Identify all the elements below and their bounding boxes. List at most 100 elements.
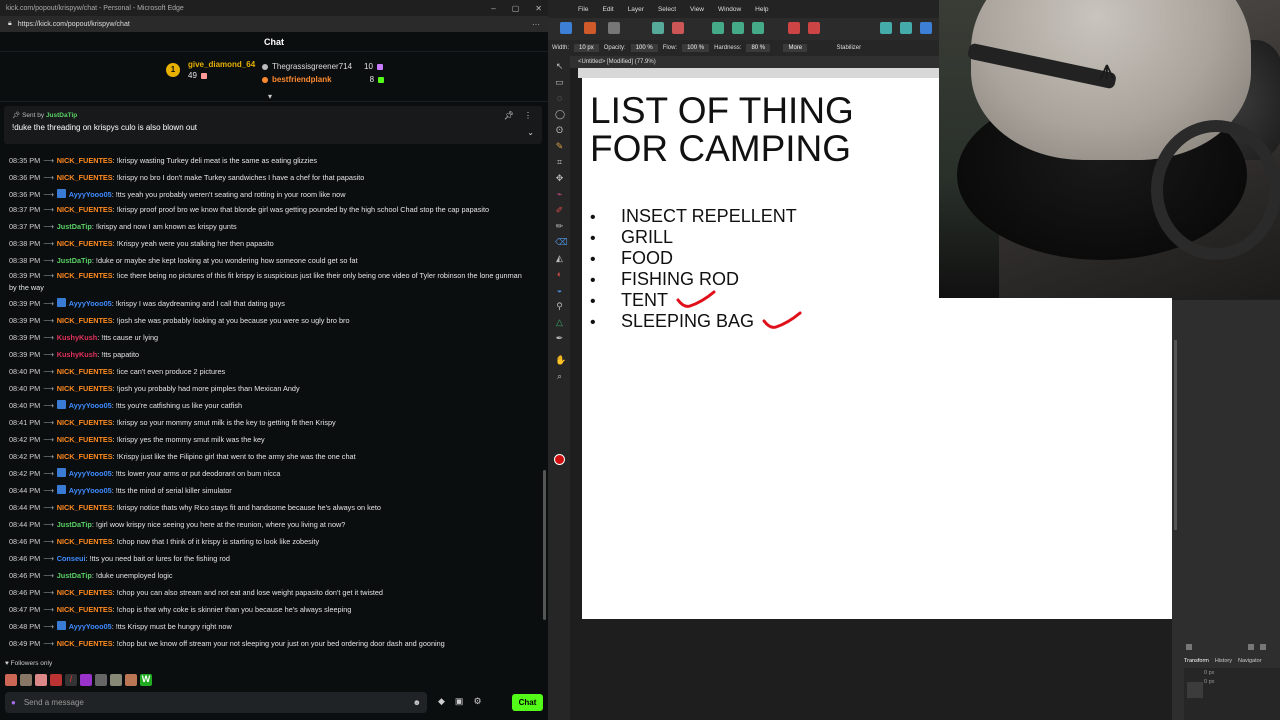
distribute-icon[interactable] [732,22,744,34]
pinned-username[interactable]: JustDaTip [46,112,77,119]
menu-layer[interactable]: Layer [628,6,644,13]
persona-icon[interactable] [920,22,932,34]
message-username[interactable]: NICK_FUENTES [57,503,113,512]
crop-tool-icon[interactable]: ⌗ [555,158,564,167]
emote-icon[interactable] [125,674,137,686]
message-username[interactable]: JustDaTip [57,571,92,580]
message-username[interactable]: NICK_FUENTES [57,418,113,427]
blur-tool-icon[interactable]: ◒ [555,286,564,295]
assistant-icon[interactable] [880,22,892,34]
emote-icon[interactable] [35,674,47,686]
message-username[interactable]: NICK_FUENTES [57,205,113,214]
message-username[interactable]: Conseui [57,554,86,563]
microphone-icon[interactable]: ● [11,698,16,707]
hand-tool-icon[interactable]: ✋ [555,356,566,365]
message-username[interactable]: JustDaTip [57,256,92,265]
snap-icon[interactable] [672,22,684,34]
message-username[interactable]: NICK_FUENTES [57,605,113,614]
menu-select[interactable]: Select [658,6,676,13]
more-options-icon[interactable]: ⋮ [524,111,532,120]
leaderboard-entry[interactable]: Thegrassisgreener714 10 [262,60,384,73]
save-icon[interactable] [608,22,620,34]
message-username[interactable]: NICK_FUENTES [57,452,113,461]
message-username[interactable]: AyyyYooo05 [69,486,112,495]
panel-close-icon[interactable] [1260,644,1266,650]
pixel-tool-icon[interactable]: ✏ [555,222,564,231]
more-button[interactable]: More [783,44,808,52]
transform-x-field[interactable]: 0 px [1184,668,1280,677]
message-username[interactable]: NICK_FUENTES [57,239,113,248]
message-username[interactable]: AyyyYooo05 [69,401,112,410]
message-username[interactable]: NICK_FUENTES [57,537,113,546]
message-username[interactable]: NICK_FUENTES [57,316,113,325]
hardness-field[interactable]: 80 % [746,44,771,52]
message-username[interactable]: KushyKush [57,350,98,359]
arrange-icon[interactable] [752,22,764,34]
shape-tool-icon[interactable]: ✒ [555,334,564,343]
message-username[interactable]: NICK_FUENTES [57,156,113,165]
snapping-icon[interactable] [900,22,912,34]
stabilizer-toggle[interactable]: Stabilizer [836,45,861,51]
width-field[interactable]: 10 px [574,44,599,52]
zoom-tool-icon[interactable]: ⌕ [555,372,564,381]
message-username[interactable]: KushyKush [57,333,98,342]
erase-tool-icon[interactable]: ⌫ [555,238,568,247]
opacity-field[interactable]: 100 % [630,44,658,52]
message-username[interactable]: AyyyYooo05 [69,469,112,478]
close-button[interactable]: ✕ [535,4,542,13]
move-tool-icon[interactable]: ↖ [555,62,564,71]
tab-transform[interactable]: Transform [1184,658,1209,664]
message-username[interactable]: NICK_FUENTES [57,384,113,393]
emote-icon[interactable] [80,674,92,686]
menu-help[interactable]: Help [755,6,768,13]
chat-scrollbar[interactable] [543,470,546,620]
panel-lock-icon[interactable] [1248,644,1254,650]
emote-icon[interactable] [110,674,122,686]
clone-tool-icon[interactable]: ⚲ [555,302,564,311]
pen-tool-icon[interactable]: △ [555,318,564,327]
gift-box-icon[interactable]: ▣ [455,696,464,707]
unpin-icon[interactable]: 📌︎ [504,111,514,120]
message-username[interactable]: JustDaTip [57,520,92,529]
message-username[interactable]: JustDaTip [57,222,92,231]
message-input[interactable]: ● Send a message ☻ [5,692,427,713]
message-username[interactable]: AyyyYooo05 [69,299,112,308]
leaderboard-entry[interactable]: bestfriendplank 8 [262,73,385,86]
menu-file[interactable]: File [578,6,588,13]
lasso-tool-icon[interactable]: ʘ [555,126,564,135]
address-bar[interactable]: 🔒︎ https://kick.com/popout/krispyw/chat … [0,16,548,32]
leaderboard-top[interactable]: 1 give_diamond_64 49 [166,60,255,82]
expand-leaderboard-icon[interactable]: ▾ [268,92,272,101]
message-username[interactable]: NICK_FUENTES [57,271,113,280]
message-username[interactable]: NICK_FUENTES [57,435,113,444]
foreground-color-swatch[interactable] [554,454,565,465]
emote-picker-icon[interactable]: ◆ [438,696,445,707]
tab-navigator[interactable]: Navigator [1238,658,1262,664]
mask-icon[interactable] [788,22,800,34]
chevron-down-icon[interactable]: ⌄ [527,128,534,137]
view-tool-icon[interactable]: ◌ [555,94,564,103]
pinned-message[interactable]: 📌︎ Sent by JustDaTip !duke the threading… [4,106,542,144]
open-file-icon[interactable] [584,22,596,34]
send-chat-button[interactable]: Chat [512,694,543,711]
flood-select-icon[interactable]: ✎ [555,142,564,151]
message-username[interactable]: NICK_FUENTES [57,588,113,597]
emote-icon[interactable] [50,674,62,686]
minimize-button[interactable]: – [491,4,495,13]
transform-tool-icon[interactable]: ✥ [555,174,564,183]
menu-view[interactable]: View [690,6,704,13]
align-icon[interactable] [712,22,724,34]
settings-gear-icon[interactable]: ⚙ [473,696,481,707]
dodge-tool-icon[interactable]: ◐ [555,270,564,279]
new-file-icon[interactable] [560,22,572,34]
flood-fill-icon[interactable]: ◭ [555,254,564,263]
message-username[interactable]: NICK_FUENTES [57,367,113,376]
more-icon[interactable]: ··· [532,20,540,29]
maximize-button[interactable]: ▢ [512,4,520,13]
selection-brush-icon[interactable]: ◯ [555,110,565,119]
message-username[interactable]: NICK_FUENTES [57,173,113,182]
emote-icon[interactable]: W [140,674,152,686]
emoji-icon[interactable]: ☻ [413,698,421,707]
artboard-tool-icon[interactable]: ▭ [555,78,564,87]
emote-icon[interactable] [20,674,32,686]
